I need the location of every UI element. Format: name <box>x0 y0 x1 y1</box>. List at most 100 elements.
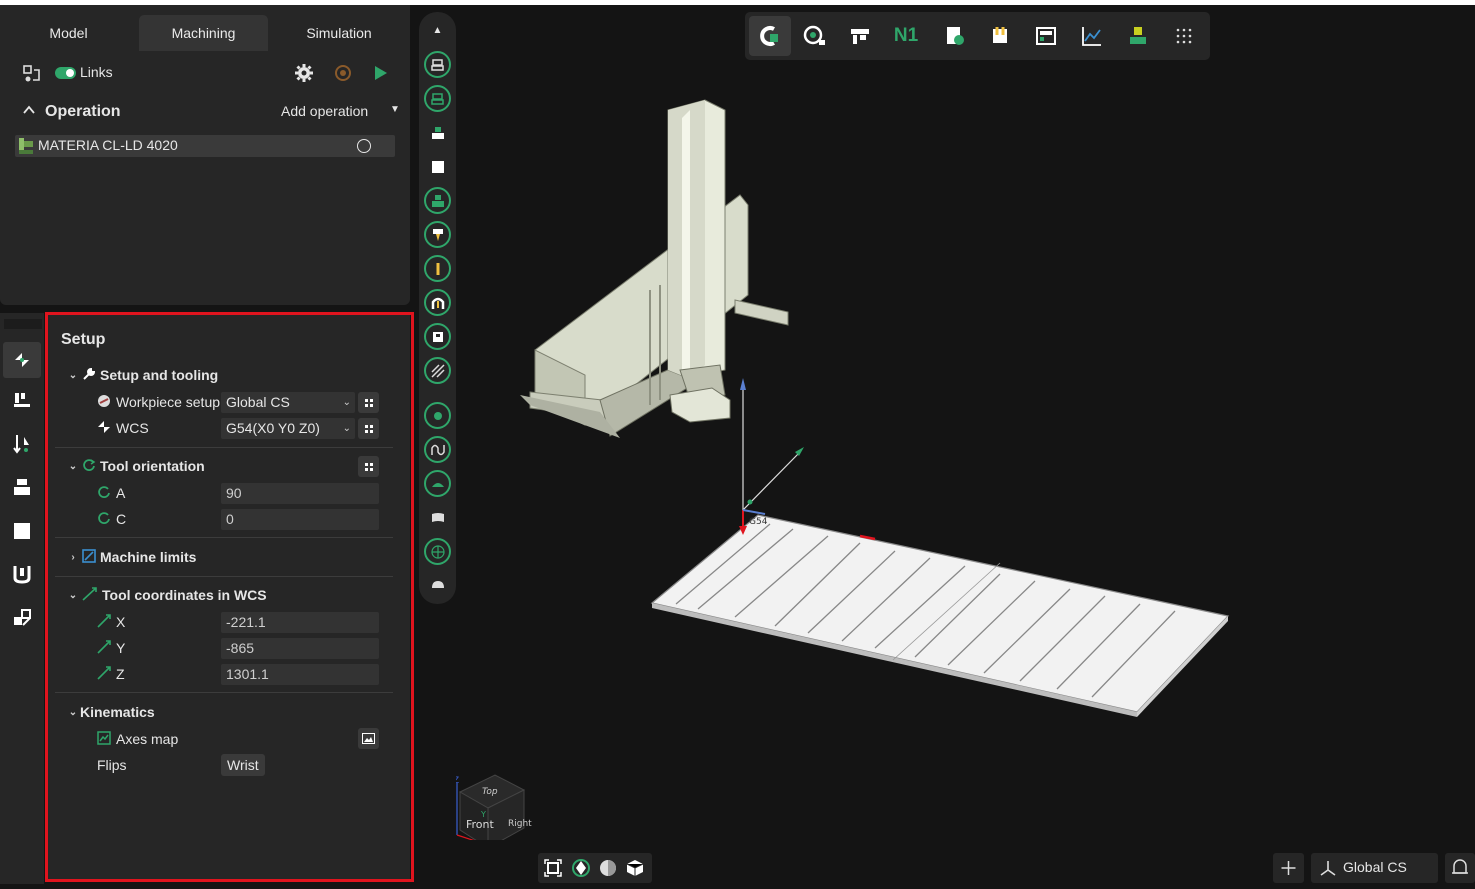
sidebar-handle[interactable] <box>4 319 42 329</box>
rotate-view-icon[interactable] <box>571 858 591 881</box>
sidebar-item-stock[interactable] <box>8 473 36 501</box>
toolbar-stock-button[interactable] <box>1124 22 1152 50</box>
toolbar-curve-button[interactable] <box>424 436 451 463</box>
cube-top-label: Top <box>482 787 498 797</box>
section-machine-limits[interactable]: › Machine limits <box>66 546 196 568</box>
workpiece-setup-label: Workpiece setup <box>116 394 221 410</box>
kinematics-label: Kinematics <box>80 704 155 720</box>
links-icon[interactable] <box>22 64 42 87</box>
operation-panel: Model Machining Simulation Links Operati… <box>0 5 410 305</box>
toolbar-tool-library-button[interactable] <box>986 22 1014 50</box>
box-view-icon[interactable] <box>626 859 644 880</box>
play-icon[interactable] <box>372 64 390 85</box>
workpiece-setup-select[interactable]: Global CS ⌄ <box>221 392 355 413</box>
mill-icon <box>431 59 444 71</box>
axis-a-input[interactable]: 90 <box>221 483 379 504</box>
toolbar-pocket-button[interactable] <box>424 85 451 112</box>
tab-simulation[interactable]: Simulation <box>270 15 408 51</box>
solid-icon <box>431 160 444 173</box>
workpiece-setup-row: Workpiece setup <box>97 391 220 413</box>
toolbar-face-button[interactable] <box>424 119 451 146</box>
3d-viewport[interactable]: G54 Top Front Right Z Y X <box>456 60 1475 840</box>
chevron-down-icon: ⌄ <box>68 706 78 718</box>
toolbar-point-button[interactable] <box>424 402 451 429</box>
toolbar-slot-button[interactable] <box>424 323 451 350</box>
toolbar-postprocess-button[interactable] <box>756 22 784 50</box>
chevron-down-icon: ⌄ <box>68 589 78 601</box>
calculate-icon[interactable] <box>333 63 353 86</box>
contour-icon <box>431 194 444 207</box>
section-tool-orientation[interactable]: ⌄ Tool orientation <box>66 455 205 477</box>
toolbar-solid-view-button[interactable] <box>424 572 451 599</box>
toolbar-engrave-button[interactable] <box>424 289 451 316</box>
toolbar-contour-button[interactable] <box>424 187 451 214</box>
status-circle-icon[interactable] <box>357 139 371 153</box>
coordinates-icon <box>97 613 111 631</box>
grid-dots-icon <box>364 462 373 471</box>
shading-icon[interactable] <box>599 859 617 880</box>
scroll-up-icon[interactable]: ▲ <box>424 17 451 44</box>
collapse-chevron-icon[interactable] <box>22 103 36 120</box>
wcs-pick-button[interactable] <box>358 418 379 439</box>
toolbar-grid-button[interactable] <box>1170 22 1198 50</box>
toolbar-solid-button[interactable] <box>424 153 451 180</box>
fixture-icon <box>13 566 31 584</box>
flips-label: Flips <box>97 757 127 773</box>
toolbar-mill-button[interactable] <box>424 51 451 78</box>
sidebar-item-fixture[interactable] <box>8 560 36 588</box>
wcs-icon <box>97 420 111 437</box>
axis-a-row: A <box>97 482 125 504</box>
coord-x-input[interactable]: -221.1 <box>221 612 379 633</box>
toolbar-surface-button[interactable] <box>424 470 451 497</box>
sidebar-item-tools[interactable] <box>8 386 36 414</box>
sidebar-item-setup[interactable] <box>3 342 41 378</box>
toolbar-thread-button[interactable] <box>424 255 451 282</box>
axes-map-button[interactable] <box>358 728 379 749</box>
toolbar-machine-button[interactable] <box>846 22 874 50</box>
coord-y-input[interactable]: -865 <box>221 638 379 659</box>
coordinate-system-selector[interactable]: Global CS <box>1311 853 1438 883</box>
axis-z-label: Z <box>456 776 459 786</box>
wcs-select[interactable]: G54(X0 Y0 Z0) ⌄ <box>221 418 355 439</box>
tab-machining[interactable]: Machining <box>139 15 268 51</box>
toolbar-report-button[interactable] <box>1032 22 1060 50</box>
toolbar-drill-button[interactable] <box>424 221 451 248</box>
sidebar-item-toolpath[interactable] <box>8 430 36 458</box>
add-button[interactable] <box>1273 853 1304 883</box>
toolbar-chart-button[interactable] <box>1078 22 1106 50</box>
coord-z-input[interactable]: 1301.1 <box>221 664 379 685</box>
links-toggle[interactable] <box>55 67 76 79</box>
toolbar-inspect-button[interactable] <box>801 22 829 50</box>
flips-wrist-button[interactable]: Wrist <box>221 754 265 776</box>
tab-model[interactable]: Model <box>0 15 137 51</box>
grid-dots-icon <box>364 398 373 407</box>
toolbar-hatch-button[interactable] <box>424 357 451 384</box>
part-icon <box>14 523 30 539</box>
tool-orientation-pick-button[interactable] <box>358 456 379 477</box>
toolbar-sheet-button[interactable] <box>424 504 451 531</box>
section-kinematics[interactable]: ⌄ Kinematics <box>66 701 155 723</box>
toolbar-mesh-button[interactable] <box>424 538 451 565</box>
inspect-icon <box>803 25 825 45</box>
machine-model <box>520 99 789 438</box>
section-setup-tooling[interactable]: ⌄ Setup and tooling <box>66 364 218 386</box>
wcs-value: G54(X0 Y0 Z0) <box>226 420 320 436</box>
add-operation-button[interactable]: Add operation <box>281 103 368 119</box>
notifications-button[interactable] <box>1445 853 1475 883</box>
toolbar-settings-doc-button[interactable] <box>941 22 969 50</box>
divider <box>55 576 393 577</box>
section-tool-coordinates[interactable]: ⌄ Tool coordinates in WCS <box>66 584 267 606</box>
toolbar-n1-button[interactable]: N1 <box>892 22 920 50</box>
operation-item[interactable]: MATERIA CL-LD 4020 <box>15 135 395 157</box>
setup-tooling-label: Setup and tooling <box>100 367 219 383</box>
zoom-fit-icon[interactable] <box>544 859 562 880</box>
workpiece-pick-button[interactable] <box>358 392 379 413</box>
stock-model-icon <box>1130 27 1146 44</box>
sidebar-item-part[interactable] <box>8 517 36 545</box>
add-operation-dropdown-icon[interactable]: ▼ <box>390 104 400 115</box>
sidebar-item-layers[interactable] <box>8 603 36 631</box>
gear-icon[interactable] <box>294 63 314 86</box>
chevron-down-icon: ⌄ <box>342 397 351 408</box>
axis-c-input[interactable]: 0 <box>221 509 379 530</box>
view-cube[interactable]: Top Front Right Z Y X <box>456 774 532 840</box>
